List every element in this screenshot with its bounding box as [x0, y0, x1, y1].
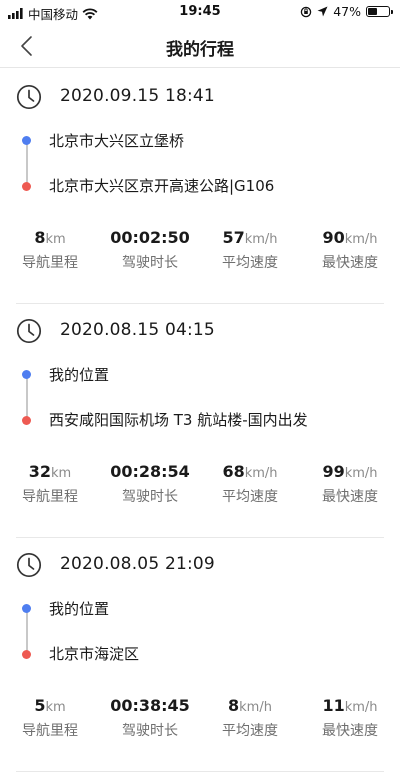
stat-average-speed-value: 68km/h	[222, 462, 278, 481]
stat-duration-value: 00:02:50	[110, 228, 190, 247]
trip-card[interactable]: 2020.09.15 18:41 北京市大兴区立堡桥 北京市大兴区京开高速公路|…	[0, 70, 400, 304]
stat-average-speed: 8km/h 平均速度	[208, 696, 292, 740]
stat-distance-label: 导航里程	[22, 723, 78, 739]
stat-average-speed-label: 平均速度	[222, 489, 278, 505]
trip-card[interactable]: 2020.08.15 04:15 我的位置 西安咸阳国际机场 T3 航站楼-国内…	[0, 304, 400, 538]
route-line	[26, 144, 28, 186]
location-arrow-icon	[317, 6, 328, 17]
trip-datetime: 2020.09.15 18:41	[60, 86, 215, 106]
route-line	[26, 378, 28, 420]
stat-distance: 5km 导航里程	[12, 696, 88, 740]
stat-average-speed-label: 平均速度	[222, 723, 278, 739]
stat-distance-label: 导航里程	[22, 255, 78, 271]
orientation-lock-icon	[300, 6, 312, 17]
stat-max-speed-label: 最快速度	[322, 489, 378, 505]
trip-end-location: 北京市大兴区京开高速公路|G106	[49, 177, 275, 195]
battery-percent: 47%	[333, 4, 361, 19]
stat-max-speed: 99km/h 最快速度	[306, 462, 394, 506]
stat-distance-value: 5km	[34, 696, 66, 715]
chevron-left-icon	[21, 36, 32, 56]
clock-icon	[16, 84, 42, 110]
clock-icon	[16, 552, 42, 578]
trip-end-location: 西安咸阳国际机场 T3 航站楼-国内出发	[49, 411, 308, 429]
stat-max-speed-value: 99km/h	[322, 462, 378, 481]
stat-duration-value: 00:38:45	[110, 696, 190, 715]
stat-max-speed-value: 90km/h	[322, 228, 378, 247]
stat-average-speed: 68km/h 平均速度	[208, 462, 292, 506]
route-line	[26, 612, 28, 654]
trip-datetime: 2020.08.05 21:09	[60, 554, 215, 574]
stat-max-speed: 90km/h 最快速度	[306, 228, 394, 272]
start-point-dot	[22, 370, 31, 379]
stat-average-speed-value: 8km/h	[228, 696, 272, 715]
stat-duration-label: 驾驶时长	[122, 489, 178, 505]
stat-distance-label: 导航里程	[22, 489, 78, 505]
stat-average-speed: 57km/h 平均速度	[208, 228, 292, 272]
trip-datetime: 2020.08.15 04:15	[60, 320, 215, 340]
stat-distance: 32km 导航里程	[12, 462, 88, 506]
battery-level	[368, 8, 378, 15]
stat-distance-value: 32km	[28, 462, 72, 481]
trip-start-location: 我的位置	[49, 366, 110, 384]
battery-icon	[366, 6, 393, 17]
stat-max-speed-label: 最快速度	[322, 255, 378, 271]
trip-start-location: 北京市大兴区立堡桥	[49, 132, 185, 150]
stat-average-speed-label: 平均速度	[222, 255, 278, 271]
status-right: 47%	[300, 4, 393, 19]
status-bar: 中国移动 19:45 47%	[0, 0, 400, 24]
end-point-dot	[22, 416, 31, 425]
stat-duration: 00:02:50 驾驶时长	[104, 228, 196, 272]
end-point-dot	[22, 650, 31, 659]
end-point-dot	[22, 182, 31, 191]
stat-duration-value: 00:28:54	[110, 462, 190, 481]
stat-max-speed: 11km/h 最快速度	[306, 696, 394, 740]
back-button[interactable]	[12, 30, 44, 62]
start-point-dot	[22, 136, 31, 145]
start-point-dot	[22, 604, 31, 613]
stat-distance-value: 8km	[34, 228, 66, 247]
stat-max-speed-label: 最快速度	[322, 723, 378, 739]
page-title: 我的行程	[166, 40, 234, 60]
stat-average-speed-value: 57km/h	[222, 228, 278, 247]
stat-max-speed-value: 11km/h	[322, 696, 378, 715]
stat-duration-label: 驾驶时长	[122, 723, 178, 739]
stat-duration: 00:28:54 驾驶时长	[104, 462, 196, 506]
stat-duration: 00:38:45 驾驶时长	[104, 696, 196, 740]
clock-icon	[16, 318, 42, 344]
trip-start-location: 我的位置	[49, 600, 110, 618]
trip-end-location: 北京市海淀区	[49, 645, 140, 663]
stat-distance: 8km 导航里程	[12, 228, 88, 272]
navigation-bar: 我的行程	[0, 24, 400, 68]
trip-card[interactable]: 2020.08.05 21:09 我的位置 北京市海淀区 5km 导航里程 00…	[0, 538, 400, 772]
stat-duration-label: 驾驶时长	[122, 255, 178, 271]
